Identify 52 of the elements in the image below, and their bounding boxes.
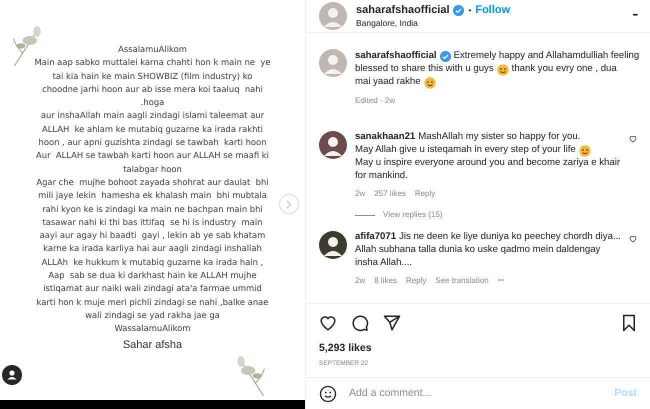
letter-line: tai kia hain ke main SHOWBIZ (film industry) ko	[52, 70, 252, 83]
letter-line: hoon , aur apni guzishta zindagi se tawbah karti hoon	[38, 136, 266, 150]
reply-link[interactable]: Reply	[406, 276, 426, 286]
letter-line: ALLAh ke hukkum k mutabiq guzarne ka irada hain ,	[42, 256, 264, 269]
signature: Sahar afsha	[122, 338, 182, 353]
letter-line: AssalamuAlikom	[118, 43, 187, 56]
letter-line: tasawar nahi ki thi bas ittifaq se hi is industry main	[42, 216, 262, 229]
comment-text: blessed to share this with u guys	[355, 62, 494, 76]
likes-link[interactable]: 257 likes	[374, 189, 406, 199]
letter-line: .hoga	[140, 96, 164, 110]
comment-text: insha Allah....	[355, 256, 412, 270]
comment-text: Allah subhana talla dunia ko uske qadmo mein daldengay	[355, 243, 600, 258]
location[interactable]: Bangalore, India	[356, 16, 624, 28]
comment-text: May Allah give u isteqamah in every step of your life	[355, 143, 576, 158]
username[interactable]: sanakhaan21	[355, 130, 416, 145]
username[interactable]: saharafshaofficial	[356, 4, 450, 16]
comment-input[interactable]: Add a comment...	[349, 386, 602, 402]
letter-line: choodne jarhi hoon aur ab isse mera koi taaluq nahi	[42, 82, 263, 96]
comment-text: MashAllah my sister so happy for you.	[418, 130, 580, 144]
comment-text: for mankind.	[355, 169, 408, 184]
letter-line: Agar che mujhe bohoot zayada shohrat aur daulat bhi	[36, 176, 269, 189]
follow-button[interactable]: Follow	[475, 4, 510, 16]
letter-line: rahi kyon ke is zindagi ka main ne bachpan main bhi	[42, 202, 263, 216]
reply-link[interactable]: Reply	[414, 189, 436, 199]
letter-line: aur inshaAllah main aagli zindagi islami taleemat aur	[40, 109, 264, 122]
letter-line: wali zindagi se yad rakha jae ga	[85, 308, 220, 322]
username[interactable]: afifa7071	[355, 230, 396, 245]
separator: •	[468, 4, 472, 16]
letter-line: mili jaye lekin hamesha ek khalash main bhi mubtala	[38, 189, 267, 202]
comment-text: Extremely happy and Allahamdulliah feeling	[454, 49, 640, 64]
comment-text: mai yaad rakhe	[355, 75, 421, 90]
view-replies-link[interactable]: View replies (15)	[383, 209, 442, 221]
likes-link[interactable]: 8 likes	[374, 276, 397, 286]
comment-text: Jis ne deen ke liye duniya ko peechey chordh diya...	[399, 230, 621, 244]
letter-line: Aur ALLAH se tawbah karti hoon aur ALLAH se maafi ki	[36, 149, 269, 162]
caption-meta: Edited · 2w	[355, 95, 396, 107]
letter-line: Main aap sabko muttalei karna chahti hon k main ne ye	[34, 56, 270, 70]
comment-time: 2w	[355, 189, 366, 199]
likes-count[interactable]: 5,293 likes	[319, 340, 637, 356]
letter-line: istiqamat aur naiki wali zindagi ata'a farmae ummid	[43, 282, 262, 296]
letter-line: aayi aur agay hi baadti gayi , lekin ab ye sab khatam	[40, 229, 266, 242]
letter-line: karti hon k muje meri pichli zindagi se nahi ,balke anae	[36, 296, 268, 309]
translation-link[interactable]: See translation	[435, 276, 489, 286]
comment-time: 2w	[355, 276, 366, 286]
comment-text: May u inspire everyone around you and become zariya e khair	[355, 156, 620, 170]
comment-text: thank you evry one , dua	[512, 62, 617, 76]
letter-line: ALLAH ke ahlam ke mutabiq guzarne ka irada rakhti	[42, 122, 263, 136]
username[interactable]: saharafshaofficial	[355, 49, 437, 64]
letter-line: WassalamuAlikom	[114, 322, 190, 336]
letter-line: talabgar hoon	[123, 162, 182, 176]
letter-line: Aap sab se dua ki darkhast hain ke ALLAH mujhe	[48, 269, 257, 282]
letter-line: karne ka irada karliya hai aur aagli zindagi inshallah	[43, 242, 262, 256]
